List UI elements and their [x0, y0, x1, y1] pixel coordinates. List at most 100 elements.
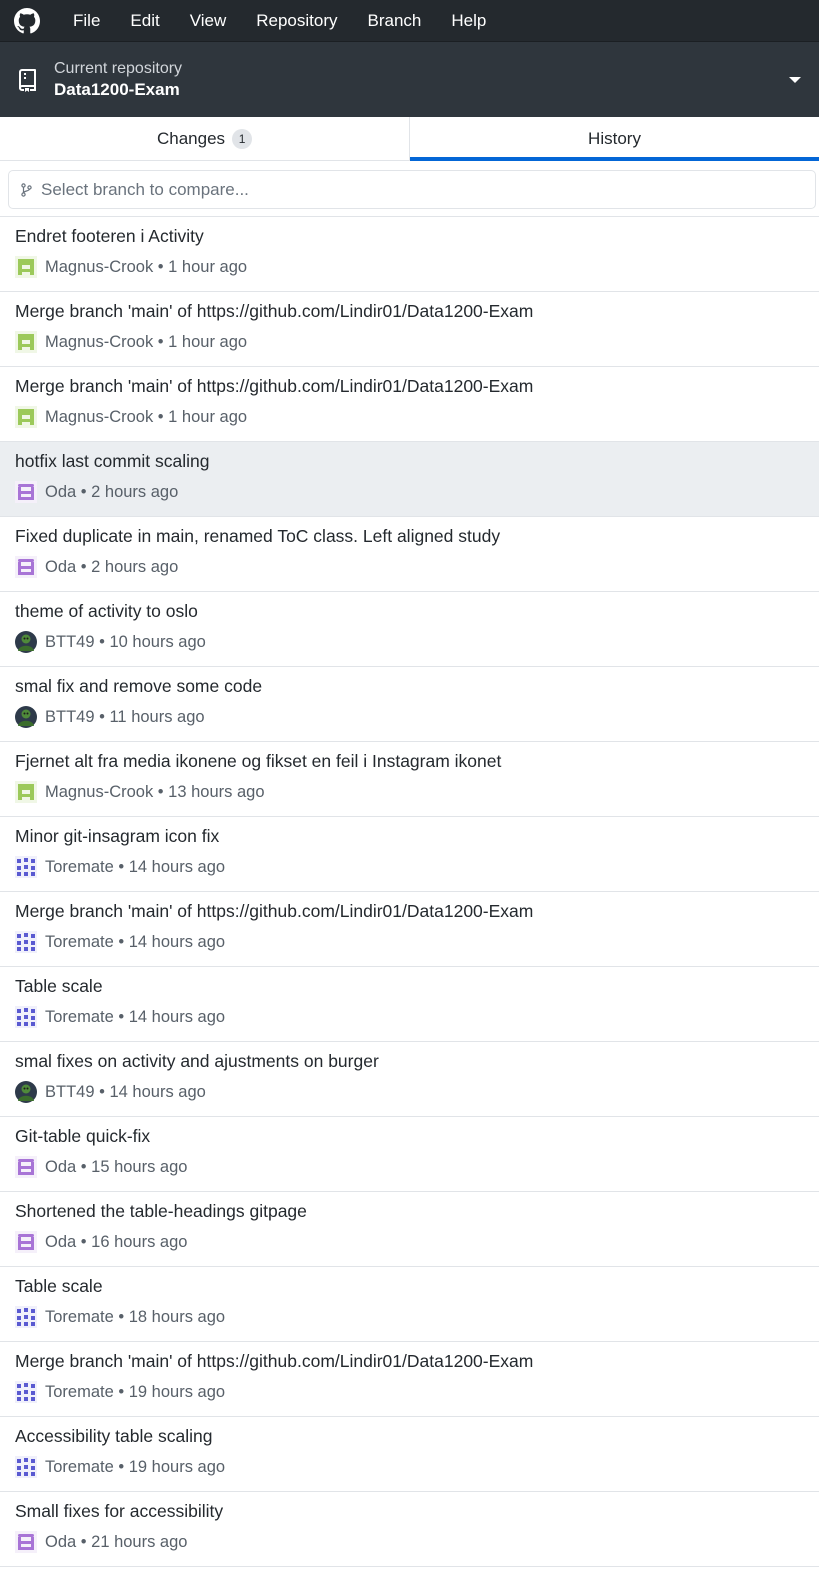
purple-identicon-avatar — [15, 556, 37, 578]
commit-meta: Magnus-Crook • 1 hour ago — [15, 406, 247, 428]
commit-time: 18 hours ago — [128, 1307, 226, 1326]
indigo-identicon-avatar — [15, 856, 37, 878]
menu-repository[interactable]: Repository — [241, 0, 352, 42]
commit-row[interactable]: Minor git-insagram icon fix Toremate • 14… — [0, 817, 819, 892]
bullet-separator: • — [76, 1157, 92, 1176]
commit-row[interactable]: Fixed duplicate in main, renamed ToC cla… — [0, 517, 819, 592]
commit-author: Oda — [45, 1157, 77, 1176]
bullet-separator: • — [94, 1082, 110, 1101]
commit-meta: Toremate • 19 hours ago — [15, 1381, 225, 1403]
photo-avatar-avatar — [15, 706, 37, 728]
commit-row[interactable]: smal fix and remove some code BTT49 • 11 … — [0, 667, 819, 742]
commit-time: 14 hours ago — [109, 1082, 206, 1101]
commit-meta: Oda • 21 hours ago — [15, 1531, 187, 1553]
commit-time: 2 hours ago — [91, 482, 179, 501]
commit-meta: Toremate • 18 hours ago — [15, 1306, 225, 1328]
menu-branch[interactable]: Branch — [353, 0, 437, 42]
bullet-separator: • — [94, 707, 110, 726]
menu-help[interactable]: Help — [436, 0, 501, 42]
commit-row[interactable]: Merge branch 'main' of https://github.co… — [0, 292, 819, 367]
commit-title: Merge branch 'main' of https://github.co… — [15, 301, 534, 321]
commit-author: Oda — [45, 1232, 77, 1251]
commit-time: 14 hours ago — [128, 932, 226, 951]
green-identicon-avatar — [15, 331, 37, 353]
commit-meta: Oda • 16 hours ago — [15, 1231, 187, 1253]
tab-changes[interactable]: Changes 1 — [0, 117, 409, 160]
commit-author: Oda — [45, 1532, 77, 1551]
commit-meta: BTT49 • 11 hours ago — [15, 706, 205, 728]
commit-row[interactable]: Table scale Toremate • 18 hours ago — [0, 1267, 819, 1342]
menu-view[interactable]: View — [175, 0, 242, 42]
commit-row[interactable]: theme of activity to oslo BTT49 • 10 hour… — [0, 592, 819, 667]
bullet-separator: • — [76, 1532, 92, 1551]
commit-author: Toremate — [45, 932, 114, 951]
commit-title: Git-table quick-fix — [15, 1126, 151, 1146]
commit-meta: Toremate • 14 hours ago — [15, 931, 225, 953]
commit-meta: Magnus-Crook • 1 hour ago — [15, 256, 247, 278]
commit-row[interactable]: Small fixes for accessibility Oda • 21 ho… — [0, 1492, 819, 1567]
commit-row[interactable]: hotfix last commit scaling Oda • 2 hours … — [0, 442, 819, 517]
indigo-identicon-avatar — [15, 1306, 37, 1328]
commit-row[interactable]: smal fixes on activity and ajustments on… — [0, 1042, 819, 1117]
commit-meta: Magnus-Crook • 1 hour ago — [15, 331, 247, 353]
bullet-separator: • — [113, 857, 129, 876]
commit-row[interactable]: Accessibility table scaling Toremate • 19… — [0, 1417, 819, 1492]
commit-row[interactable]: Git-table quick-fix Oda • 15 hours ago — [0, 1117, 819, 1192]
commit-history-list: Endret footeren i Activity Magnus-Crook •… — [0, 217, 819, 1567]
photo-avatar-avatar — [15, 1081, 37, 1103]
tab-bar: Changes 1 History — [0, 117, 819, 161]
green-identicon-avatar — [15, 781, 37, 803]
commit-title: Minor git-insagram icon fix — [15, 826, 220, 846]
purple-identicon-avatar — [15, 1531, 37, 1553]
repository-name: Data1200-Exam — [54, 80, 180, 99]
commit-author: Oda — [45, 557, 77, 576]
commit-time: 19 hours ago — [128, 1382, 226, 1401]
branch-compare-box[interactable] — [8, 170, 816, 209]
indigo-identicon-avatar — [15, 1381, 37, 1403]
current-repository-dropdown[interactable]: Current repository Data1200-Exam — [0, 42, 819, 117]
commit-meta: Toremate • 14 hours ago — [15, 1006, 225, 1028]
bullet-separator: • — [153, 257, 169, 276]
current-repository-label: Current repository — [54, 60, 183, 77]
commit-meta: BTT49 • 14 hours ago — [15, 1081, 206, 1103]
commit-row[interactable]: Merge branch 'main' of https://github.co… — [0, 892, 819, 967]
commit-title: Endret footeren i Activity — [15, 226, 204, 246]
commit-time: 19 hours ago — [128, 1457, 226, 1476]
commit-author: Toremate — [45, 1382, 114, 1401]
commit-author: Magnus-Crook — [45, 257, 154, 276]
commit-time: 2 hours ago — [91, 557, 179, 576]
commit-time: 21 hours ago — [91, 1532, 188, 1551]
menu-edit[interactable]: Edit — [115, 0, 174, 42]
bullet-separator: • — [113, 1007, 129, 1026]
bullet-separator: • — [113, 932, 129, 951]
commit-row[interactable]: Merge branch 'main' of https://github.co… — [0, 1342, 819, 1417]
commit-row[interactable]: Fjernet alt fra media ikonene og fikset … — [0, 742, 819, 817]
commit-title: Merge branch 'main' of https://github.co… — [15, 1351, 534, 1371]
commit-row[interactable]: Merge branch 'main' of https://github.co… — [0, 367, 819, 442]
commit-title: Merge branch 'main' of https://github.co… — [15, 901, 534, 921]
commit-row[interactable]: Endret footeren i Activity Magnus-Crook •… — [0, 217, 819, 292]
branch-compare-input[interactable] — [41, 179, 815, 200]
bullet-separator: • — [153, 782, 169, 801]
commit-row[interactable]: Shortened the table-headings gitpage Oda … — [0, 1192, 819, 1267]
commit-meta: BTT49 • 10 hours ago — [15, 631, 206, 653]
commit-title: Accessibility table scaling — [15, 1426, 213, 1446]
commit-time: 1 hour ago — [168, 257, 248, 276]
repo-icon — [17, 67, 39, 93]
github-logo-icon — [14, 7, 40, 34]
purple-identicon-avatar — [15, 481, 37, 503]
bullet-separator: • — [113, 1457, 129, 1476]
tab-history[interactable]: History — [409, 117, 819, 161]
commit-author: Toremate — [45, 1307, 114, 1326]
commit-title: Small fixes for accessibility — [15, 1501, 224, 1521]
photo-avatar-avatar — [15, 631, 37, 653]
commit-author: Oda — [45, 482, 77, 501]
commit-time: 11 hours ago — [109, 707, 205, 726]
menu-bar: File Edit View Repository Branch Help — [0, 0, 819, 42]
menu-file[interactable]: File — [58, 0, 115, 42]
commit-title: smal fixes on activity and ajustments on… — [15, 1051, 379, 1071]
commit-title: Table scale — [15, 976, 103, 996]
commit-meta: Oda • 2 hours ago — [15, 481, 178, 503]
purple-identicon-avatar — [15, 1231, 37, 1253]
commit-row[interactable]: Table scale Toremate • 14 hours ago — [0, 967, 819, 1042]
